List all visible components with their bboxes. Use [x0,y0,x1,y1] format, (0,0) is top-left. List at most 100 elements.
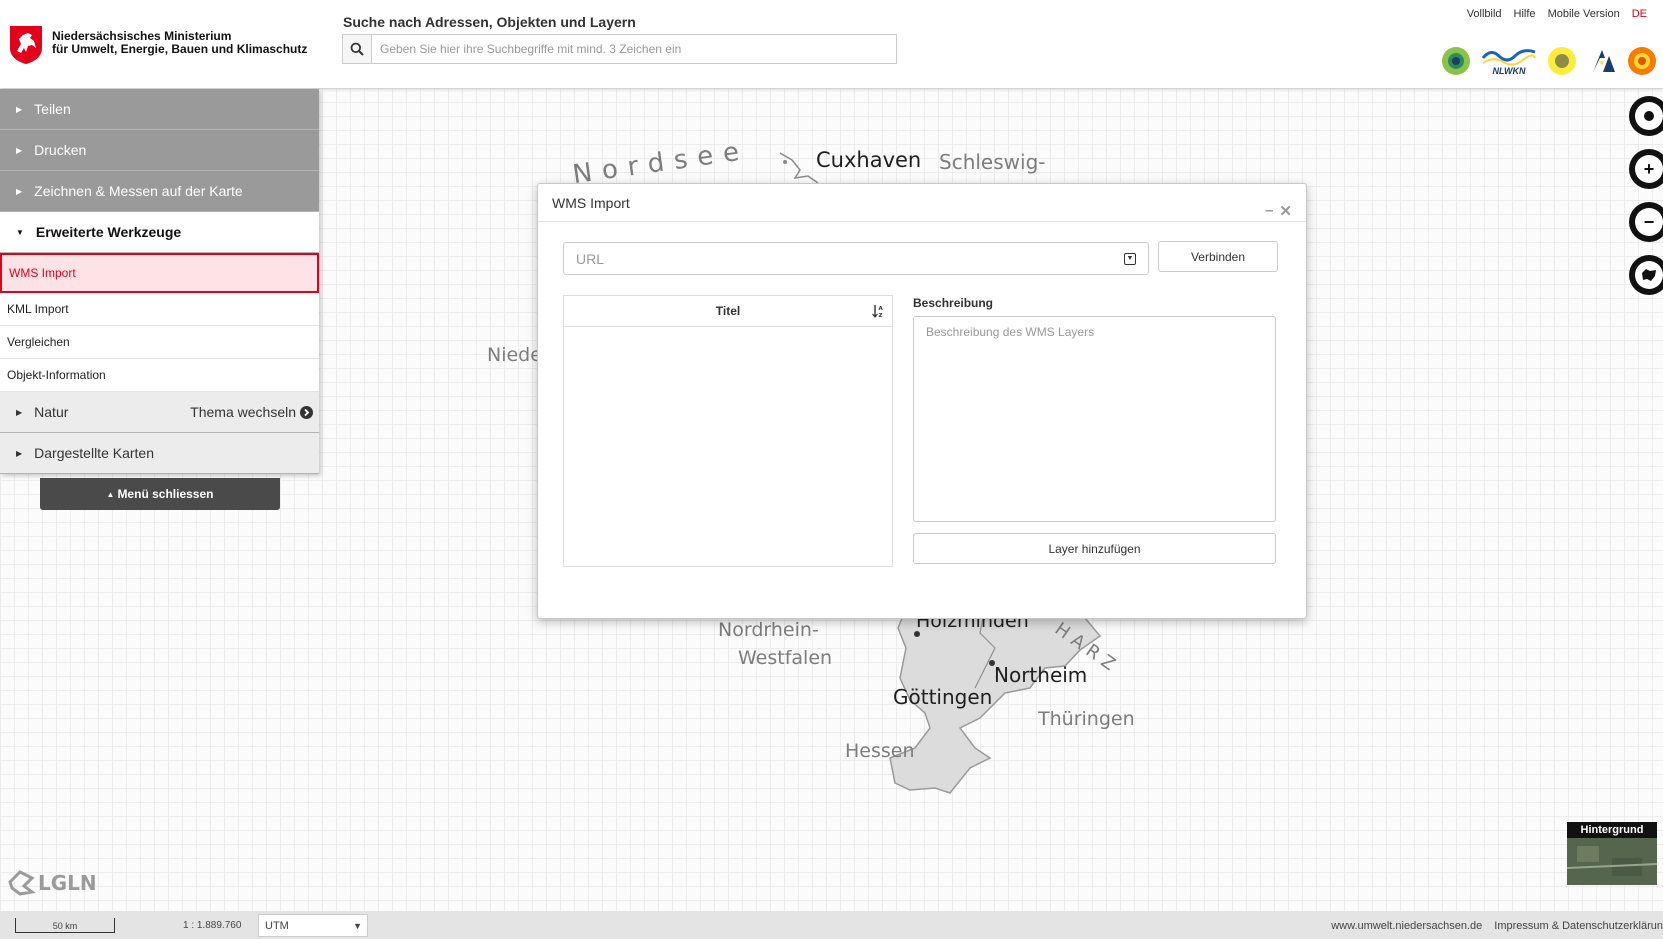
map-label-nordrhein: Nordrhein- [718,619,819,641]
scale-ratio: 1 : 1.889.760 [183,920,242,931]
help-link[interactable]: Hilfe [1514,8,1536,20]
menu-section-label: Natur [34,404,69,420]
partner-logos: NLWKN [1441,46,1657,76]
connect-button[interactable]: Verbinden [1158,241,1278,272]
search-input[interactable] [372,35,896,63]
lgln-text: LGLN [38,871,97,895]
chevron-down-icon: ▼ [353,920,362,931]
menu-item-vergleichen[interactable]: Vergleichen [0,326,319,359]
caret-right-icon: ▶ [16,448,23,458]
language-link[interactable]: DE [1632,8,1647,20]
website-link[interactable]: www.umwelt.niedersachsen.de [1331,920,1482,932]
caret-right-icon: ▶ [16,186,23,196]
menu-section-drucken[interactable]: ▶ Drucken [0,130,319,171]
locate-icon [1635,102,1663,130]
menu-section-natur[interactable]: ▶ Natur Thema wechseln [0,392,319,433]
menu-section-label: Teilen [34,101,71,117]
plus-icon: + [1635,155,1663,183]
projection-value: UTM [265,919,289,932]
description-textarea[interactable] [913,316,1276,522]
side-menu: ▶ Teilen ▶ Drucken ▶ Zeichnen & Messen a… [0,89,319,474]
imprint-privacy-link[interactable]: Impressum & Datenschutzerklärun [1494,920,1663,932]
theme-switch-label: Thema wechseln [190,404,296,420]
triangle-logo-icon[interactable] [1587,46,1617,76]
svg-text:A: A [879,306,884,312]
locate-button[interactable] [1629,96,1663,136]
menu-section-teilen[interactable]: ▶ Teilen [0,89,319,130]
status-bar: 50 km 1 : 1.889.760 UTM ▼ www.umwelt.nie… [0,911,1663,939]
wms-import-dialog: WMS Import – ✕ ▼ Verbinden Titel A Z Bes… [537,183,1307,619]
menu-section-label: Dargestellte Karten [34,445,154,461]
lower-saxony-horse-logo [10,26,42,64]
menu-item-wms-import[interactable]: WMS Import [0,253,319,293]
search-icon [350,42,364,56]
background-label: Hintergrund [1567,822,1657,838]
add-layer-button[interactable]: Layer hinzufügen [913,533,1276,564]
lower-saxony-shape-icon [1635,261,1663,289]
menu-item-objekt-information[interactable]: Objekt-Information [0,359,319,392]
lgln-mark-icon [8,870,36,896]
caret-up-icon: ▲ [106,489,115,499]
yellow-circle-logo-icon[interactable] [1547,46,1577,76]
url-input[interactable] [576,250,1124,267]
app-header: Niedersächsisches Ministerium für Umwelt… [0,0,1663,88]
ministry-name: Niedersächsisches Ministerium für Umwelt… [52,30,307,56]
wave-icon [1481,49,1536,66]
satellite-thumbnail [1567,838,1657,885]
top-links: Vollbild Hilfe Mobile Version DE [1467,8,1647,20]
menu-section-erweiterte-werkzeuge[interactable]: ▼ Erweiterte Werkzeuge [0,212,319,253]
menu-section-label: Drucken [34,142,87,158]
dialog-title: WMS Import [538,184,1306,222]
title-column-label: Titel [715,304,741,318]
map-label-niede: Niede [487,344,542,366]
zoom-out-button[interactable]: − [1629,202,1663,242]
sort-alpha-icon[interactable]: A Z [872,304,884,318]
green-circle-logo-icon[interactable] [1441,46,1471,76]
fullscreen-link[interactable]: Vollbild [1467,8,1502,20]
menu-section-dargestellte-karten[interactable]: ▶ Dargestellte Karten [0,433,319,474]
nlwkn-logo[interactable]: NLWKN [1481,46,1537,76]
layer-title-table[interactable]: Titel A Z [563,295,893,567]
menu-section-label: Zeichnen & Messen auf der Karte [34,183,243,199]
url-combobox[interactable]: ▼ [563,242,1149,275]
map-label-thueringen: Thüringen [1038,708,1135,730]
zoom-in-button[interactable]: + [1629,149,1663,189]
map-label-hessen: Hessen [845,740,915,762]
map-label-northeim: Northeim [994,663,1088,687]
svg-text:Z: Z [879,313,883,318]
close-menu-label: Menü schliessen [117,487,214,501]
projection-select[interactable]: UTM ▼ [258,914,368,937]
close-menu-button[interactable]: ▲ Menü schliessen [40,478,280,510]
map-label-schleswig: Schleswig- [939,150,1046,174]
menu-section-label: Erweiterte Werkzeuge [35,224,182,240]
search-label: Suche nach Adressen, Objekten und Layern [343,14,636,30]
caret-right-icon: ▶ [16,145,23,155]
home-extent-button[interactable] [1629,255,1663,295]
orange-circle-logo-icon[interactable] [1627,46,1657,76]
ministry-name-line2: für Umwelt, Energie, Bauen und Klimaschu… [52,42,308,56]
description-label: Beschreibung [913,296,994,310]
map-label-goettingen: Göttingen [893,685,993,709]
mobile-version-link[interactable]: Mobile Version [1548,8,1620,20]
minimize-icon[interactable]: – [1265,202,1273,220]
lgln-logo: LGLN [8,870,97,896]
nlwkn-logo-text: NLWKN [1492,66,1526,76]
caret-right-icon: ▶ [16,407,23,417]
footer-links: www.umwelt.niedersachsen.de Impressum & … [1331,920,1663,932]
background-layer-switcher[interactable]: Hintergrund [1567,822,1657,885]
close-icon[interactable]: ✕ [1279,202,1292,220]
caret-down-icon: ▼ [16,227,24,237]
menu-section-zeichnen[interactable]: ▶ Zeichnen & Messen auf der Karte [0,171,319,212]
scale-bar: 50 km [15,918,115,933]
arrow-circle-right-icon [300,405,313,419]
caret-right-icon: ▶ [16,104,23,114]
search-button[interactable] [343,35,372,63]
map-tools: + − [1629,96,1663,295]
theme-switch-link[interactable]: Thema wechseln [190,404,313,420]
map-label-cuxhaven: Cuxhaven [816,148,922,172]
title-column-header[interactable]: Titel A Z [564,296,892,327]
dropdown-icon[interactable]: ▼ [1124,252,1136,265]
dialog-controls: – ✕ [1265,202,1292,220]
map-label-westfalen: Westfalen [738,647,833,669]
menu-item-kml-import[interactable]: KML Import [0,293,319,326]
